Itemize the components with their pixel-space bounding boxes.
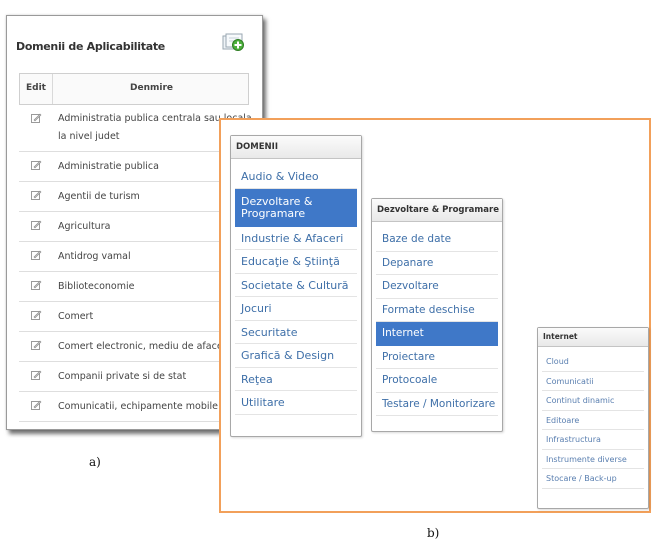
menu-domenii: DOMENII Audio & Video Dezvoltare & Progra… (230, 135, 362, 437)
domenii-item-label: Educaţie & Ştiinţă (241, 255, 340, 268)
domenii-item-label: Securitate (241, 325, 298, 339)
table-row: Agricultura (19, 212, 249, 242)
internet-item-label: Comunicatii (546, 376, 594, 386)
dezvoltare-item-baze-de-date[interactable]: Baze de date (376, 228, 498, 252)
domenii-item-grafic-design[interactable]: Grafică & Design (235, 344, 357, 368)
domenii-item-industrie-afaceri[interactable]: Industrie & Afaceri (235, 227, 357, 250)
domenii-item-jocuri[interactable]: Jocuri (235, 297, 357, 321)
dezvoltare-item-label: Testare / Monitorizare (382, 397, 496, 410)
table-row: Administratie publica (19, 152, 249, 182)
edit-icon[interactable] (30, 112, 42, 124)
internet-item-editoare[interactable]: Editoare (542, 411, 644, 430)
dezvoltare-item-label: Baze de date (382, 233, 452, 245)
edit-icon[interactable] (30, 339, 42, 351)
domenii-item-label: Grafică & Design (241, 349, 335, 362)
edit-icon[interactable] (30, 369, 42, 381)
internet-item-label: Editoare (546, 415, 580, 425)
panel-title: Domenii de Aplicabilitate (16, 40, 165, 53)
domains-table: Edit Denmire Administratia publica centr… (19, 73, 252, 422)
edit-icon[interactable] (30, 159, 42, 171)
domenii-item-re-ea[interactable]: Reţea (235, 368, 357, 391)
internet-item-infrastructura[interactable]: Infrastructura (542, 430, 644, 450)
internet-item-label: Instrumente diverse (546, 454, 627, 464)
internet-item-continut-dinamic[interactable]: Continut dinamic (542, 391, 644, 411)
table-body: Administratia publica centrala sau local… (19, 105, 252, 422)
table-row: Companii private si de stat (19, 362, 249, 392)
domenii-item-label: Industrie & Afaceri (241, 231, 344, 245)
edit-icon[interactable] (30, 279, 42, 291)
dezvoltare-item-label: Proiectare (382, 350, 435, 363)
dezvoltare-item-formate-deschise[interactable]: Formate deschise (376, 299, 498, 322)
domenii-item-societate-cultur[interactable]: Societate & Cultură (235, 274, 357, 297)
caption-a: a) (89, 455, 101, 469)
domenii-item-securitate[interactable]: Securitate (235, 321, 357, 344)
internet-item-label: Continut dinamic (546, 396, 615, 405)
domain-menu-panel: DOMENII Audio & Video Dezvoltare & Progra… (219, 118, 651, 513)
domenii-item-label: Jocuri (241, 302, 272, 315)
domenii-item-educa-ie-tiin[interactable]: Educaţie & Ştiinţă (235, 250, 357, 274)
table-row: Comunicatii, echipamente mobile (19, 392, 249, 422)
domenii-item-label: Audio & Video (241, 170, 319, 183)
edit-icon[interactable] (30, 189, 42, 201)
dezvoltare-item-depanare[interactable]: Depanare (376, 252, 498, 275)
table-row: Comert (19, 302, 249, 332)
dezvoltare-item-proiectare[interactable]: Proiectare (376, 346, 498, 369)
dezvoltare-item-label: Protocoale (382, 374, 438, 386)
dezvoltare-item-testare-monitorizare[interactable]: Testare / Monitorizare (376, 393, 498, 416)
internet-item-stocare-back-up[interactable]: Stocare / Back-up (542, 469, 644, 489)
internet-item-instrumente-diverse[interactable]: Instrumente diverse (542, 450, 644, 469)
column-header-edit: Edit (26, 83, 46, 93)
internet-item-label: Stocare / Back-up (546, 474, 617, 483)
internet-item-label: Infrastructura (546, 435, 601, 444)
column-header-name: Denmire (130, 83, 173, 93)
menu-dezvoltare: Dezvoltare & Programare Baze de date Depa… (371, 198, 503, 432)
menu-dezvoltare-title: Dezvoltare & Programare (372, 199, 502, 222)
table-row: Comert electronic, mediu de afaceri (19, 332, 249, 362)
add-domain-icon[interactable] (221, 32, 245, 52)
edit-icon[interactable] (30, 249, 42, 261)
dezvoltare-item-internet[interactable]: Internet (376, 322, 498, 346)
edit-icon[interactable] (30, 399, 42, 411)
domenii-item-dezvoltare-programare[interactable]: Dezvoltare & Programare (235, 188, 357, 227)
dezvoltare-item-label: Internet (382, 327, 424, 339)
menu-internet-title: Internet (538, 328, 648, 347)
menu-internet: Internet Cloud Comunicatii Continut dinami… (537, 327, 649, 509)
table-row: Antidrog vamal (19, 242, 249, 272)
edit-icon[interactable] (30, 309, 42, 321)
table-row: Administratia publica centrala sau local… (19, 105, 252, 152)
table-header: Edit Denmire (19, 73, 249, 105)
domenii-item-label: Reţea (241, 372, 273, 386)
domenii-item-label: Dezvoltare & Programare (241, 194, 313, 220)
caption-b: b) (427, 526, 440, 540)
domenii-item-utilitare[interactable]: Utilitare (235, 391, 357, 415)
table-row: Agentii de turism (19, 182, 249, 212)
menu-domenii-title: DOMENII (231, 136, 361, 159)
internet-item-comunicatii[interactable]: Comunicatii (542, 372, 644, 391)
domenii-item-label: Utilitare (241, 396, 285, 409)
table-row: Biblioteconomie (19, 272, 249, 302)
domenii-item-label: Societate & Cultură (241, 278, 349, 292)
internet-item-label: Cloud (546, 357, 569, 366)
dezvoltare-item-label: Formate deschise (382, 303, 475, 316)
dezvoltare-item-dezvoltare[interactable]: Dezvoltare (376, 275, 498, 299)
internet-item-cloud[interactable]: Cloud (542, 352, 644, 372)
panel-header: Domenii de Aplicabilitate (7, 16, 262, 66)
dezvoltare-item-label: Dezvoltare (382, 280, 439, 292)
domenii-item-audio-video[interactable]: Audio & Video (235, 165, 357, 189)
dezvoltare-item-label: Depanare (382, 256, 434, 269)
dezvoltare-item-protocoale[interactable]: Protocoale (376, 369, 498, 393)
edit-icon[interactable] (30, 219, 42, 231)
